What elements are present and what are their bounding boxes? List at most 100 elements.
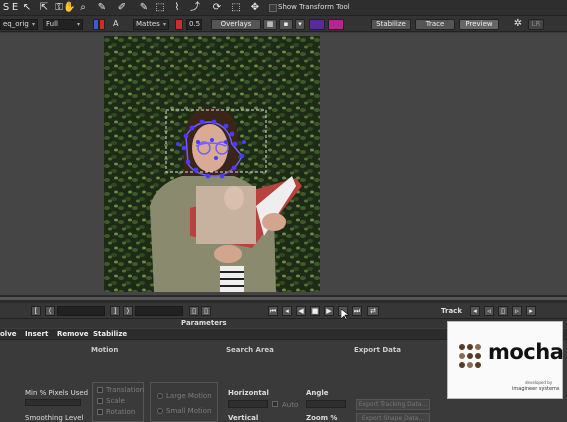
chevron-down-icon: ▾: [162, 21, 166, 28]
curve-icon[interactable]: ⌇: [171, 2, 183, 14]
large-motion-label: Large Motion: [166, 392, 212, 400]
play-back-icon[interactable]: ◀: [296, 306, 306, 316]
layer-letter: A: [113, 19, 119, 28]
track-stop-icon[interactable]: ▯: [498, 306, 508, 316]
bounce-icon[interactable]: ▯: [201, 306, 211, 316]
view-select-value: Full: [46, 20, 58, 28]
track-frame-back-icon[interactable]: ◃: [484, 306, 494, 316]
auto-checkbox[interactable]: [272, 401, 278, 407]
person-hand-right: [262, 213, 286, 231]
show-transform-checkbox[interactable]: [269, 4, 277, 12]
developed-by-text: developed by: [525, 380, 553, 385]
go-start-icon[interactable]: ⏮: [268, 306, 278, 316]
min-pixels-used-slider[interactable]: [25, 399, 81, 406]
company-name: imagineer systems: [512, 386, 560, 392]
out-point-icon[interactable]: ]: [110, 306, 120, 316]
translation-checkbox[interactable]: [97, 387, 103, 393]
loop-icon[interactable]: ▯: [189, 306, 199, 316]
mattes-select-value: Mattes: [136, 20, 160, 28]
mocha-logo: mocha developed by imagineer systems: [447, 321, 564, 399]
small-motion-radio[interactable]: [157, 408, 163, 414]
gear-icon[interactable]: ✲: [512, 18, 524, 30]
tab-insert[interactable]: Insert: [25, 329, 48, 340]
key-prev-icon[interactable]: ⟨: [45, 306, 55, 316]
parameters-title: Parameters: [181, 319, 227, 327]
export-tracking-data-button[interactable]: Export Tracking Data...: [356, 399, 430, 410]
hand-icon[interactable]: ✋: [63, 2, 75, 14]
view-select[interactable]: Full ▾: [43, 19, 83, 30]
smoothing-level-label: Smoothing Level: [25, 414, 84, 422]
swatch-purple[interactable]: [309, 19, 325, 30]
large-motion-radio[interactable]: [157, 393, 163, 399]
stabilize-button[interactable]: Stabilize: [371, 19, 411, 30]
play-icon[interactable]: ▶: [324, 306, 334, 316]
tab-remove[interactable]: Remove: [57, 329, 89, 340]
go-end-icon[interactable]: ⏭: [352, 306, 362, 316]
rotation-label: Rotation: [106, 408, 136, 416]
lr-button[interactable]: LR: [528, 19, 544, 30]
zoom-icon[interactable]: ⌕: [77, 2, 89, 14]
key-next-icon[interactable]: ⟩: [123, 306, 133, 316]
track-frame-fwd-icon[interactable]: ▹: [512, 306, 522, 316]
mattes-select[interactable]: Mattes ▾: [133, 19, 169, 30]
export-data-section-title: Export Data: [354, 346, 401, 354]
track-label: Track: [441, 307, 462, 315]
angle-field[interactable]: [306, 400, 346, 408]
clip-frame-image: [104, 36, 320, 292]
in-point-icon[interactable]: [: [31, 306, 41, 316]
person-hand-left: [214, 245, 242, 263]
stop-icon[interactable]: ■: [310, 306, 320, 316]
opacity-field[interactable]: 0.5: [186, 19, 202, 30]
export-shape-data-button[interactable]: Export Shape Data...: [356, 413, 430, 422]
transform-icon[interactable]: ⬚: [154, 2, 166, 14]
zoom-label: Zoom %: [306, 414, 338, 422]
horizontal-field[interactable]: [228, 400, 268, 408]
step-back-icon[interactable]: ◂: [282, 306, 292, 316]
move-icon[interactable]: ✥: [249, 2, 261, 14]
preview-button[interactable]: Preview: [459, 19, 499, 30]
add-point-icon[interactable]: ✎: [138, 2, 150, 14]
in-frame-field[interactable]: [57, 306, 105, 316]
mocha-app-window: S E ↖ ⇱ ⚿ ✋ ⌕ ✎ ✐ ✎ ⬚ ⌇ ⤴ ⟳ ⬚ ✥ Show Tra…: [0, 0, 567, 422]
clip-select[interactable]: eq_orig ▾: [0, 19, 38, 30]
color-picker-icon[interactable]: ▪: [279, 19, 293, 30]
e-tool-label[interactable]: E: [9, 2, 21, 14]
transport-bar: [ ⟨ ] ⟩ ▯ ▯ ⏮ ◂ ◀ ■ ▶ ▸ ⏭ ⇄ Track ◂ ◃ ▯ …: [0, 303, 567, 319]
scale-icon[interactable]: ⬚: [230, 2, 242, 14]
grid-toggle-icon[interactable]: ▦: [263, 19, 277, 30]
cycle-icon[interactable]: ⇄: [367, 306, 379, 316]
mocha-wordmark: mocha: [488, 340, 564, 364]
vertical-label: Vertical: [228, 414, 259, 422]
bezier-icon[interactable]: ✐: [116, 2, 128, 14]
rotation-checkbox[interactable]: [97, 409, 103, 415]
pick-icon[interactable]: ⇱: [38, 2, 50, 14]
min-pixels-used-label: Min % Pixels Used: [25, 389, 89, 397]
swatch-magenta[interactable]: [328, 19, 344, 30]
timeline-bar[interactable]: [0, 297, 567, 300]
track-back-icon[interactable]: ◂: [470, 306, 480, 316]
clip-frame[interactable]: [104, 36, 320, 292]
rotate-icon[interactable]: ⟳: [211, 2, 223, 14]
track-fwd-icon[interactable]: ▸: [526, 306, 536, 316]
out-frame-field[interactable]: [135, 306, 183, 316]
chevron-down-icon: ▾: [31, 21, 35, 28]
auto-label: Auto: [282, 401, 299, 409]
insert-icon[interactable]: ⤴: [189, 2, 201, 14]
overlays-button[interactable]: Overlays: [211, 19, 261, 30]
chevron-down-icon[interactable]: ▾: [295, 19, 305, 30]
options-toolbar: eq_orig ▾ Full ▾ A Mattes ▾ 0.5 Overlays ▦ …: [0, 16, 567, 32]
xspline-icon[interactable]: ✎: [96, 2, 108, 14]
scale-checkbox[interactable]: [97, 398, 103, 404]
tab-solve[interactable]: olve: [0, 329, 17, 340]
small-motion-label: Small Motion: [166, 407, 212, 415]
motion-section-title: Motion: [91, 346, 119, 354]
timeline-scrubber[interactable]: [0, 295, 567, 303]
tools-toolbar: S E ↖ ⇱ ⚿ ✋ ⌕ ✎ ✐ ✎ ⬚ ⌇ ⤴ ⟳ ⬚ ✥ Show Tra…: [0, 0, 567, 16]
show-transform-label: Show Transform Tool: [278, 3, 350, 11]
trace-button[interactable]: Trace: [415, 19, 455, 30]
matte-color-red[interactable]: [99, 19, 105, 30]
scale-label: Scale: [106, 397, 125, 405]
tab-stabilize[interactable]: Stabilize: [93, 329, 127, 340]
arrow-icon[interactable]: ↖: [21, 2, 33, 14]
search-area-section-title: Search Area: [226, 346, 274, 354]
